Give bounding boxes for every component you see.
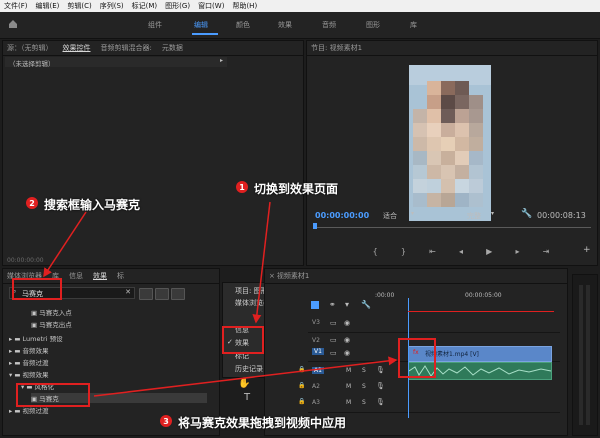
step1-badge: 1 — [236, 181, 248, 193]
arrow-to-effects-menu — [252, 201, 271, 324]
step2-badge: 2 — [26, 197, 38, 209]
arrow-to-search-box — [43, 211, 87, 278]
step3-badge: 3 — [160, 415, 172, 427]
step1-text: 切换到效果页面 — [254, 182, 339, 196]
annotation-arrows — [43, 201, 398, 397]
step3-text: 将马赛克效果拖拽到视频中应用 — [178, 416, 347, 430]
arrow-to-video-clip — [93, 356, 398, 397]
step2-text: 搜索框输入马赛克 — [44, 198, 141, 212]
